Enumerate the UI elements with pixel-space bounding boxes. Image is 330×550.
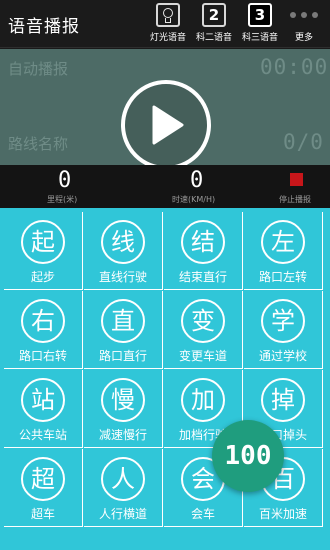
voice-item-label: 变更车道 bbox=[178, 349, 227, 363]
voice-item-glyph: 超 bbox=[21, 457, 65, 501]
voice-item-label: 超车 bbox=[30, 507, 55, 521]
page-title: 语音播报 bbox=[8, 17, 80, 37]
voice-item-glyph: 慢 bbox=[101, 378, 145, 422]
voice-item-label: 公共车站 bbox=[18, 428, 67, 442]
play-button[interactable] bbox=[121, 80, 211, 170]
voice-item-label: 通过学校 bbox=[258, 349, 307, 363]
voice-item-label: 路口左转 bbox=[258, 270, 307, 284]
voice-item-glyph: 结 bbox=[181, 220, 225, 264]
voice-item-bus-stop[interactable]: 站公共车站 bbox=[4, 370, 83, 448]
voice-item-glyph: 起 bbox=[21, 220, 65, 264]
subject-two-voice-button[interactable]: 2 科二语音 bbox=[194, 3, 234, 47]
voice-item-label: 起步 bbox=[30, 270, 55, 284]
distance-value: 0 bbox=[58, 168, 72, 193]
play-icon bbox=[152, 105, 184, 145]
more-label: 更多 bbox=[294, 33, 313, 43]
voice-item-left-turn[interactable]: 左路口左转 bbox=[244, 212, 323, 290]
voice-item-glyph: 掉 bbox=[261, 378, 305, 422]
voice-item-glyph: 直 bbox=[101, 299, 145, 343]
subject-two-icon: 2 bbox=[202, 3, 226, 27]
voice-item-glyph: 加 bbox=[181, 378, 225, 422]
voice-item-label: 减速慢行 bbox=[98, 428, 147, 442]
voice-item-glyph: 左 bbox=[261, 220, 305, 264]
voice-item-lane-change[interactable]: 变变更车道 bbox=[164, 291, 243, 369]
timer-readout: 00:00 bbox=[260, 55, 329, 79]
voice-item-glyph: 右 bbox=[21, 299, 65, 343]
subject-three-voice-button[interactable]: 3 科三语音 bbox=[240, 3, 280, 47]
voice-item-glyph: 线 bbox=[101, 220, 145, 264]
voice-item-overtake[interactable]: 超超车 bbox=[4, 449, 83, 527]
speed-value: 0 bbox=[190, 168, 204, 193]
voice-item-glyph: 人 bbox=[101, 457, 145, 501]
distance-label: 里程(米) bbox=[47, 195, 78, 204]
more-dots-icon bbox=[290, 3, 318, 27]
voice-item-school[interactable]: 学通过学校 bbox=[244, 291, 323, 369]
stop-icon[interactable] bbox=[290, 173, 303, 186]
voice-item-glyph: 学 bbox=[261, 299, 305, 343]
voice-item-glyph: 变 bbox=[181, 299, 225, 343]
route-name-label: 路线名称 bbox=[8, 135, 69, 153]
app-header: 语音播报 灯光语音 2 科二语音 3 科三语音 更多 bbox=[0, 0, 330, 48]
stop-broadcast-button[interactable]: 停止播报 bbox=[279, 194, 311, 205]
voice-item-glyph: 站 bbox=[21, 378, 65, 422]
light-voice-label: 灯光语音 bbox=[149, 33, 186, 43]
voice-item-start[interactable]: 起起步 bbox=[4, 212, 83, 290]
voice-item-slow-down[interactable]: 慢减速慢行 bbox=[84, 370, 163, 448]
voice-item-label: 路口直行 bbox=[98, 349, 147, 363]
light-voice-button[interactable]: 灯光语音 bbox=[148, 3, 188, 47]
subject-two-label: 科二语音 bbox=[195, 33, 232, 43]
voice-item-label: 直线行驶 bbox=[98, 270, 147, 284]
voice-item-label: 百米加速 bbox=[258, 507, 307, 521]
voice-item-label: 路口右转 bbox=[18, 349, 67, 363]
stats-bar: 0 里程(米) 0 时速(KM/H) 停止播报 bbox=[0, 165, 330, 208]
voice-item-label: 结束直行 bbox=[178, 270, 227, 284]
route-progress: 0/0 bbox=[283, 130, 324, 154]
auto-broadcast-label: 自动播报 bbox=[8, 60, 69, 78]
voice-item-label: 会车 bbox=[190, 507, 215, 521]
subject-three-label: 科三语音 bbox=[241, 33, 278, 43]
voice-item-right-turn[interactable]: 右路口右转 bbox=[4, 291, 83, 369]
speed-label: 时速(KM/H) bbox=[172, 195, 216, 204]
subject-three-icon: 3 bbox=[248, 3, 272, 27]
voice-item-crosswalk[interactable]: 人人行横道 bbox=[84, 449, 163, 527]
voice-item-intersection-straight[interactable]: 直路口直行 bbox=[84, 291, 163, 369]
speed-limit-badge[interactable]: 100 bbox=[212, 420, 284, 492]
lightbulb-icon bbox=[156, 3, 180, 27]
voice-item-end-straight[interactable]: 结结束直行 bbox=[164, 212, 243, 290]
voice-item-straight[interactable]: 线直线行驶 bbox=[84, 212, 163, 290]
voice-command-grid: 起起步 线直线行驶 结结束直行 左路口左转 右路口右转 直路口直行 变变更车道 … bbox=[0, 208, 330, 550]
more-button[interactable]: 更多 bbox=[284, 3, 324, 47]
voice-item-label: 人行横道 bbox=[98, 507, 147, 521]
